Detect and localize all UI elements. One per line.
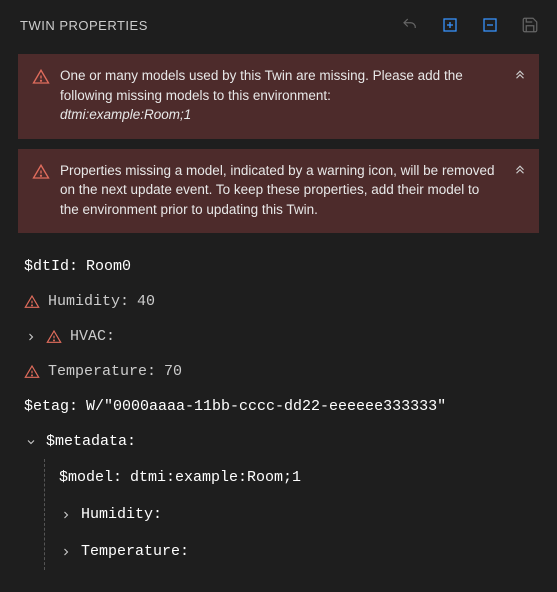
prop-value: 70: [164, 361, 182, 382]
hvac-row[interactable]: HVAC:: [24, 319, 535, 354]
chevron-double-up-icon: [513, 161, 527, 175]
panel-header: TWIN PROPERTIES: [10, 8, 547, 48]
prop-key: $etag:: [24, 396, 78, 417]
metadata-row[interactable]: $metadata:: [24, 424, 535, 459]
save-button[interactable]: [519, 14, 541, 36]
prop-value: Room0: [86, 256, 131, 277]
chevron-right-icon: [25, 331, 37, 343]
missing-property-model-alert: Properties missing a model, indicated by…: [18, 149, 539, 234]
undo-icon: [401, 16, 419, 34]
warning-icon: [24, 294, 40, 310]
warning-icon: [24, 364, 40, 380]
warning-icon: [32, 68, 50, 86]
prop-key: $dtId:: [24, 256, 78, 277]
alert-collapse-button[interactable]: [513, 66, 527, 83]
metadata-temperature-row[interactable]: Temperature:: [59, 533, 535, 570]
etag-row: $etag: W/"0000aaaa-11bb-cccc-dd22-eeeeee…: [24, 389, 535, 424]
chevron-right-icon: [60, 546, 72, 558]
prop-value: dtmi:example:Room;1: [130, 467, 301, 488]
alert-text: One or many models used by this Twin are…: [60, 66, 525, 125]
expand-toggle[interactable]: [59, 509, 73, 521]
collapse-icon: [481, 16, 499, 34]
expand-toggle[interactable]: [24, 436, 38, 448]
metadata-humidity-row[interactable]: Humidity:: [59, 496, 535, 533]
toolbar: [399, 14, 541, 36]
prop-key: Temperature:: [48, 361, 156, 382]
warning-icon: [46, 329, 62, 345]
alert-line: following missing models to this environ…: [60, 88, 331, 103]
expand-all-button[interactable]: [439, 14, 461, 36]
alert-model: dtmi:example:Room;1: [60, 107, 191, 122]
chevron-down-icon: [25, 436, 37, 448]
missing-models-alert: One or many models used by this Twin are…: [18, 54, 539, 139]
prop-key: $metadata:: [46, 431, 136, 452]
prop-key: Humidity:: [81, 504, 162, 525]
metadata-model-row: $model: dtmi:example:Room;1: [59, 459, 535, 496]
prop-key: $model:: [59, 467, 122, 488]
collapse-all-button[interactable]: [479, 14, 501, 36]
twin-properties-panel: TWIN PROPERTIES One or many models used …: [0, 0, 557, 582]
alert-collapse-button[interactable]: [513, 161, 527, 178]
prop-key: Humidity:: [48, 291, 129, 312]
expand-icon: [441, 16, 459, 34]
prop-value: 40: [137, 291, 155, 312]
expand-toggle[interactable]: [24, 331, 38, 343]
properties-list: $dtId: Room0 Humidity: 40 HVAC: Temperat…: [10, 243, 547, 570]
dtid-row: $dtId: Room0: [24, 249, 535, 284]
panel-title: TWIN PROPERTIES: [20, 18, 148, 33]
prop-key: HVAC:: [70, 326, 115, 347]
prop-key: Temperature:: [81, 541, 189, 562]
save-icon: [521, 16, 539, 34]
expand-toggle[interactable]: [59, 546, 73, 558]
alert-line: One or many models used by this Twin are…: [60, 68, 463, 83]
humidity-row: Humidity: 40: [24, 284, 535, 319]
chevron-right-icon: [60, 509, 72, 521]
warning-icon: [32, 163, 50, 181]
alert-line: Properties missing a model, indicated by…: [60, 163, 438, 178]
chevron-double-up-icon: [513, 66, 527, 80]
temperature-row: Temperature: 70: [24, 354, 535, 389]
prop-value: W/"0000aaaa-11bb-cccc-dd22-eeeeee333333": [86, 396, 446, 417]
alert-text: Properties missing a model, indicated by…: [60, 161, 525, 220]
metadata-children: $model: dtmi:example:Room;1 Humidity: Te…: [44, 459, 535, 570]
undo-button[interactable]: [399, 14, 421, 36]
